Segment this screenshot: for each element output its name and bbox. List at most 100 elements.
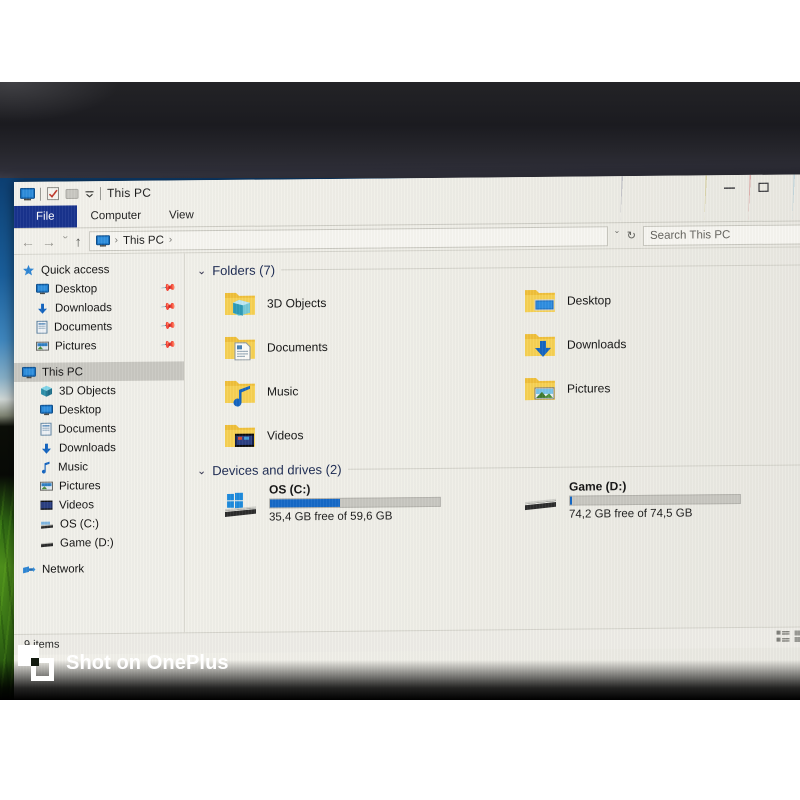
network-icon [22,563,36,575]
cube-icon [40,385,53,398]
properties-icon[interactable] [46,187,60,201]
chevron-down-icon[interactable]: ⌄ [197,464,206,477]
pin-icon[interactable]: 📌 [159,280,176,296]
window-body: Quick access Desktop 📌 Downloads 📌 Docum… [14,247,800,635]
star-icon [22,264,35,277]
this-pc-icon[interactable] [20,187,35,200]
sidebar-item-3d-objects[interactable]: 3D Objects [14,380,184,401]
sidebar-item-this-pc[interactable]: This PC [14,361,184,382]
monitor-icon [22,366,36,378]
folder-item-downloads[interactable]: Downloads [497,320,797,366]
breadcrumb-pc-icon [95,234,110,247]
breadcrumb-this-pc[interactable]: This PC [123,234,164,246]
view-mode-buttons [776,629,800,643]
watermark-text: Shot on OnePlus [66,651,229,674]
sidebar-item-label: Music [58,460,89,474]
sidebar-item-label: Game (D:) [60,536,114,550]
folder-item-desktop[interactable]: Desktop [497,276,797,322]
sidebar-group-quick-access[interactable]: Quick access [14,259,184,280]
search-input[interactable]: Search This PC [643,223,800,246]
devices-group-header[interactable]: ⌄ Devices and drives (2) [197,457,800,478]
up-button[interactable]: ↑ [75,233,82,249]
document-icon [36,320,48,334]
large-icons-view-button[interactable] [794,629,800,643]
sidebar-item-downloads-qa[interactable]: Downloads 📌 [14,297,184,318]
oneplus-logo-icon [18,645,54,681]
sidebar-item-label: Documents [58,422,117,436]
address-bar[interactable]: › This PC › [88,225,609,251]
pin-icon[interactable]: 📌 [159,318,176,334]
quick-access-toolbar [20,186,101,201]
folder-music-icon [223,376,257,407]
drive-usage-bar [569,494,741,506]
sidebar-item-label: Desktop [59,403,102,417]
sidebar-item-label: Downloads [55,301,112,315]
breadcrumb-separator-2[interactable]: › [169,234,172,245]
picture-icon [36,341,49,352]
folder-item-3d-objects[interactable]: 3D Objects [197,279,497,325]
folder-item-videos[interactable]: Videos [197,411,497,457]
new-folder-icon[interactable] [65,187,79,200]
folder-desktop-icon [523,285,557,315]
drive-icon [40,538,54,549]
sidebar-item-label: Pictures [59,479,101,493]
sidebar-item-downloads[interactable]: Downloads [14,437,184,458]
sidebar-item-music[interactable]: Music [14,456,184,477]
pin-icon[interactable]: 📌 [159,299,176,315]
content-pane: ⌄ Folders (7) 3D Objects Desktop Documen… [185,247,800,632]
address-dropdown-icon[interactable]: ˇ [615,230,619,242]
devices-grid: OS (C:) 35,4 GB free of 59,6 GB Game (D:… [197,476,800,524]
sidebar-item-label: Downloads [59,441,116,455]
drive-item-game-d[interactable]: Game (D:) 74,2 GB free of 74,5 GB [497,476,797,521]
forward-button[interactable]: → [42,233,56,249]
details-view-button[interactable] [776,630,790,644]
refresh-icon[interactable]: ↻ [627,229,636,242]
tab-file[interactable]: File [14,205,77,228]
sidebar-item-pictures[interactable]: Pictures [14,475,184,496]
sidebar-item-game-d[interactable]: Game (D:) [14,532,184,553]
customize-chevron-icon[interactable] [84,188,95,199]
maximize-button[interactable] [746,175,780,199]
tab-computer[interactable]: Computer [77,205,156,228]
address-bar-tools: ˇ ↻ [615,229,636,242]
sidebar-item-documents-qa[interactable]: Documents 📌 [14,316,184,337]
sidebar-item-network[interactable]: Network [14,558,184,579]
drive-info-os-c: OS (C:) 35,4 GB free of 59,6 GB [269,480,441,524]
drive-item-os-c[interactable]: OS (C:) 35,4 GB free of 59,6 GB [197,479,497,524]
sidebar-item-desktop[interactable]: Desktop [14,399,184,420]
toolbar-divider-2 [100,186,101,200]
sidebar-item-documents[interactable]: Documents [14,418,184,439]
download-arrow-icon [40,442,53,454]
download-arrow-icon [36,302,49,314]
close-button[interactable] [780,174,800,198]
recent-locations-button[interactable]: ˇ [63,233,68,249]
folder-label: Downloads [567,336,627,352]
folder-item-documents[interactable]: Documents [197,323,497,369]
sidebar-group-label: Quick access [41,263,110,277]
tab-view[interactable]: View [155,204,208,227]
window-title: This PC [107,185,152,201]
sidebar-item-videos[interactable]: Videos [14,494,184,515]
drive-icon [40,519,54,530]
back-button[interactable]: ← [21,233,35,249]
navigation-pane: Quick access Desktop 📌 Downloads 📌 Docum… [14,253,185,635]
drive-free-space: 35,4 GB free of 59,6 GB [269,510,393,524]
drive-info-game-d: Game (D:) 74,2 GB free of 74,5 GB [569,477,741,521]
minimize-button[interactable] [712,175,746,199]
folders-group-header[interactable]: ⌄ Folders (7) [197,257,800,278]
pin-icon[interactable]: 📌 [159,337,176,353]
folder-label: Documents [267,339,328,355]
sidebar-item-desktop-qa[interactable]: Desktop 📌 [14,278,184,299]
drive-usage-bar [269,496,441,509]
chevron-down-icon[interactable]: ⌄ [197,264,206,277]
folder-item-music[interactable]: Music [197,367,497,413]
folder-label: Videos [267,427,304,443]
folder-item-pictures[interactable]: Pictures [497,364,797,410]
drive-usage-fill [570,496,572,505]
drive-free-space: 74,2 GB free of 74,5 GB [569,507,693,521]
sidebar-item-label: OS (C:) [60,517,99,531]
window-controls [712,174,800,199]
windows-drive-icon [223,492,259,520]
sidebar-item-os-c[interactable]: OS (C:) [14,513,184,534]
sidebar-item-pictures-qa[interactable]: Pictures 📌 [14,335,184,356]
